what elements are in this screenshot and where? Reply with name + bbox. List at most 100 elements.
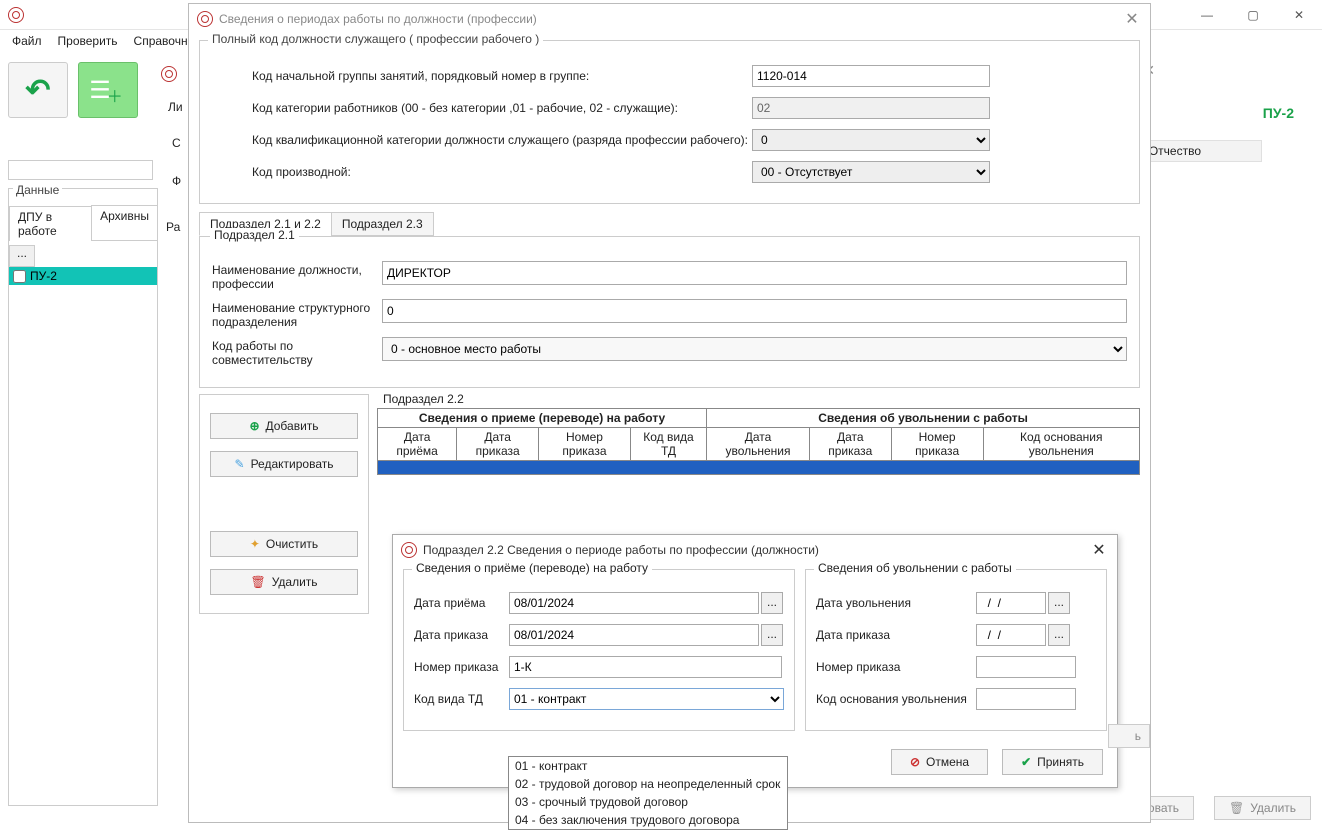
label-qual-cat: Код квалификационной категории должности…: [252, 133, 752, 147]
th-c6: Дата приказа: [809, 428, 891, 461]
label-hire-date: Дата приёма: [414, 596, 509, 610]
label-fire-date: Дата увольнения: [816, 596, 976, 610]
select-qual-cat[interactable]: 0: [752, 129, 990, 151]
list-item-pu2[interactable]: ПУ-2: [9, 267, 157, 285]
th-c4: Код вида ТД: [630, 428, 706, 461]
app-icon: [8, 7, 24, 23]
label-hire-order-date: Дата приказа: [414, 628, 509, 642]
dialog-sub22-title: Подраздел 2.2 Сведения о периоде работы …: [423, 543, 819, 557]
add-button[interactable]: ⊕ Добавить: [210, 413, 358, 439]
trash-icon: 🗑: [250, 575, 265, 589]
cancel-button-label: Отмена: [926, 755, 969, 769]
tab-dpu-active[interactable]: ДПУ в работе: [9, 206, 92, 241]
dropdown-opt-03[interactable]: 03 - срочный трудовой договор: [509, 793, 787, 811]
data-panel-legend: Данные: [13, 183, 62, 197]
sub21-legend: Подраздел 2.1: [210, 228, 299, 242]
selected-row[interactable]: [378, 461, 1140, 475]
tab-sub-23[interactable]: Подраздел 2.3: [331, 212, 434, 236]
input-fire-basis[interactable]: [976, 688, 1076, 710]
edit-button[interactable]: ✎Редактировать: [210, 451, 358, 477]
label-fire-basis: Код основания увольнения: [816, 692, 976, 706]
label-position-name: Наименование должности, профессии: [212, 261, 382, 291]
data-panel: Данные ДПУ в работе Архивны ... ПУ-2: [8, 188, 158, 806]
delete-button[interactable]: 🗑Удалить: [210, 569, 358, 595]
input-fire-date[interactable]: [976, 592, 1046, 614]
label-derivative: Код производной:: [252, 165, 752, 179]
hire-legend: Сведения о приёме (переводе) на работу: [412, 561, 652, 575]
full-code-group: Полный код должности служащего ( професс…: [199, 40, 1140, 204]
hidden-button-peek[interactable]: ь: [1108, 724, 1150, 748]
input-hire-date[interactable]: [509, 592, 759, 614]
plus-icon: ⊕: [249, 419, 259, 433]
app-icon-2: [161, 66, 177, 82]
close-button[interactable]: ✕: [1276, 0, 1322, 30]
search-input[interactable]: [8, 160, 153, 180]
dialog-periods-titlebar: Сведения о периодах работы по должности …: [189, 4, 1150, 34]
label-td-code: Код вида ТД: [414, 692, 509, 706]
data-tabs: ДПУ в работе Архивны: [9, 205, 157, 241]
dialog-sub22: Подраздел 2.2 Сведения о периоде работы …: [392, 534, 1118, 788]
hire-group: Сведения о приёме (переводе) на работу Д…: [403, 569, 795, 731]
ok-button[interactable]: ✔ Принять: [1002, 749, 1103, 775]
new-doc-button[interactable]: ☰＋: [78, 62, 138, 118]
th-c7: Номер приказа: [891, 428, 983, 461]
dialog-periods-title: Сведения о периодах работы по должности …: [219, 12, 537, 26]
select-derivative[interactable]: 00 - Отсутствует: [752, 161, 990, 183]
app-icon-dlg1: [197, 11, 213, 27]
fire-order-date-picker[interactable]: ...: [1048, 624, 1070, 646]
dropdown-opt-02[interactable]: 02 - трудовой договор на неопределенный …: [509, 775, 787, 793]
subsection-21: Подраздел 2.1 Наименование должности, пр…: [199, 236, 1140, 388]
label-dept-name: Наименование структурного подразделения: [212, 299, 382, 329]
delete-button-bg[interactable]: 🗑 Удалить: [1214, 796, 1311, 820]
label-combine-code: Код работы по совместительству: [212, 337, 382, 367]
close-icon-dlg2[interactable]: ✕: [1089, 540, 1109, 560]
undo-button[interactable]: ↶: [8, 62, 68, 118]
window-controls: — ▢ ✕: [1184, 0, 1322, 30]
sub22-legend: Подраздел 2.2: [379, 392, 468, 406]
periods-table: Сведения о приеме (переводе) на работу С…: [377, 408, 1140, 475]
select-td-code[interactable]: 01 - контракт: [509, 688, 784, 710]
select-combine-code[interactable]: 0 - основное место работы: [382, 337, 1127, 361]
th-c5: Дата увольнения: [707, 428, 810, 461]
pu2-label: ПУ-2: [1263, 105, 1294, 121]
list-item-label: ПУ-2: [30, 269, 57, 283]
sec-f: Ф: [172, 174, 181, 188]
list-item-checkbox[interactable]: [13, 270, 26, 283]
tab-archive[interactable]: Архивны: [91, 205, 158, 240]
full-code-legend: Полный код должности служащего ( професс…: [208, 32, 543, 46]
label-hire-order-num: Номер приказа: [414, 660, 509, 674]
delete-button-label: Удалить: [1250, 801, 1296, 815]
subsection-tabs: Подраздел 2.1 и 2.2 Подраздел 2.3: [199, 212, 1140, 236]
menu-check[interactable]: Проверить: [52, 32, 124, 50]
clear-button-label: Очистить: [266, 537, 318, 551]
clear-button[interactable]: ✦ Очистить: [210, 531, 358, 557]
ok-button-label: Принять: [1037, 755, 1084, 769]
maximize-button[interactable]: ▢: [1230, 0, 1276, 30]
input-dept-name[interactable]: [382, 299, 1127, 323]
hire-order-date-picker[interactable]: ...: [761, 624, 783, 646]
input-position-name[interactable]: [382, 261, 1127, 285]
fire-legend: Сведения об увольнении с работы: [814, 561, 1016, 575]
close-icon-dlg1[interactable]: ✕: [1122, 9, 1142, 29]
input-fire-order-date[interactable]: [976, 624, 1046, 646]
input-hire-order-date[interactable]: [509, 624, 759, 646]
input-hire-order-num[interactable]: [509, 656, 782, 678]
browse-button[interactable]: ...: [9, 245, 35, 267]
dropdown-opt-01[interactable]: 01 - контракт: [509, 757, 787, 775]
th-hire: Сведения о приеме (переводе) на работу: [378, 409, 707, 428]
sec-ra: Ра: [166, 220, 180, 234]
hire-date-picker[interactable]: ...: [761, 592, 783, 614]
document-plus-icon: ☰＋: [89, 76, 127, 105]
menu-file[interactable]: Файл: [6, 32, 48, 50]
minimize-button[interactable]: —: [1184, 0, 1230, 30]
cancel-button[interactable]: ⊘Отмена: [891, 749, 988, 775]
dropdown-opt-04[interactable]: 04 - без заключения трудового договора: [509, 811, 787, 829]
td-code-dropdown[interactable]: 01 - контракт 02 - трудовой договор на н…: [508, 756, 788, 830]
broom-icon: ✦: [250, 537, 260, 551]
input-fire-order-num[interactable]: [976, 656, 1076, 678]
input-group-code[interactable]: [752, 65, 990, 87]
add-button-label: Добавить: [266, 419, 319, 433]
fire-date-picker[interactable]: ...: [1048, 592, 1070, 614]
edit-icon: ✎: [235, 457, 245, 471]
check-icon: ✔: [1021, 755, 1031, 769]
